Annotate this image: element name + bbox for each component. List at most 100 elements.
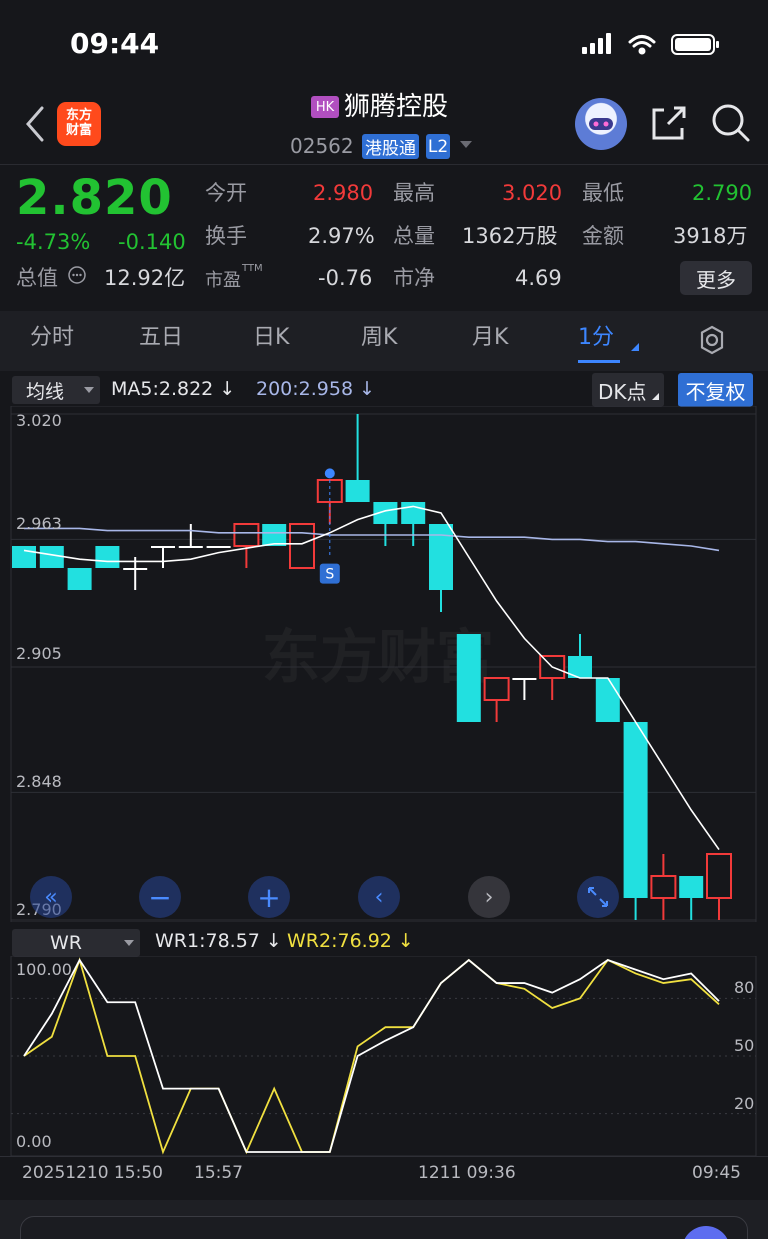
- tab-weekly-k[interactable]: 周K: [361, 327, 397, 349]
- last-price: 2.820: [16, 170, 173, 226]
- low-value: 2.790: [692, 181, 753, 205]
- candle-body: [206, 546, 231, 548]
- pe-value: -0.76: [318, 266, 373, 290]
- chevron-down-icon[interactable]: [460, 141, 472, 148]
- settings-gear-icon[interactable]: [696, 324, 728, 356]
- candlestick-chart[interactable]: S: [0, 406, 768, 922]
- candle-body: [679, 876, 704, 898]
- info-icon[interactable]: [67, 265, 87, 285]
- low-label: 最低: [582, 181, 624, 205]
- amount-value: 3918万: [673, 224, 748, 248]
- assistant-robot-icon[interactable]: [575, 98, 627, 150]
- no-adjust-button[interactable]: 不复权: [678, 373, 753, 407]
- pe-label: 市盈: [205, 270, 241, 291]
- signal-dot: [324, 468, 335, 479]
- tab-1min[interactable]: 1分: [578, 327, 614, 349]
- turnover-value: 2.97%: [308, 224, 375, 248]
- stock-code: 02562: [290, 134, 354, 158]
- zoom-out-far-button[interactable]: «: [30, 876, 72, 918]
- arrow-down-icon: ↓: [353, 378, 376, 400]
- zoom-in-button[interactable]: +: [248, 876, 290, 918]
- wr1-value: WR1:78.57: [155, 930, 260, 952]
- scroll-left-button[interactable]: ‹: [358, 876, 400, 918]
- tab-monthly-k[interactable]: 月K: [472, 327, 508, 349]
- market-badge: HK: [311, 96, 339, 118]
- corner-caret-icon: [651, 392, 659, 400]
- wr-y-tick-label: 50: [734, 1036, 755, 1055]
- sub-indicator-select[interactable]: WR: [12, 929, 140, 957]
- time-axis-line: [0, 1156, 768, 1157]
- volume-value: 1362万股: [462, 224, 558, 248]
- arrow-down-icon: ↓: [391, 930, 414, 952]
- status-icons: [582, 33, 719, 55]
- chevron-down-icon: [84, 387, 94, 393]
- candle-body: [123, 568, 148, 570]
- zoom-out-button[interactable]: −: [139, 876, 181, 918]
- main-indicator-select[interactable]: 均线: [12, 376, 100, 404]
- candle-body: [95, 546, 120, 568]
- wr-y-tick-label: 0.00: [16, 1132, 52, 1151]
- time-label-mid1: 15:57: [194, 1163, 243, 1183]
- tab-intraday[interactable]: 分时: [30, 327, 74, 349]
- dk-point-button[interactable]: DK点: [592, 373, 664, 407]
- candle-body: [595, 678, 620, 722]
- y-tick-label: 2.848: [16, 772, 62, 791]
- active-tab-underline: [578, 360, 620, 363]
- more-button[interactable]: 更多: [680, 261, 752, 295]
- candle-body: [289, 523, 315, 569]
- tab-daily-k[interactable]: 日K: [253, 327, 289, 349]
- time-label-start: 20251210 15:50: [22, 1163, 163, 1183]
- candle-body: [650, 875, 677, 899]
- change-pct: -4.73%: [16, 230, 91, 254]
- stock-name[interactable]: 狮腾控股: [344, 94, 448, 120]
- y-tick-label: 2.963: [16, 514, 62, 533]
- fullscreen-button[interactable]: [577, 876, 619, 918]
- wr2-readout: WR2:76.92 ↓: [287, 932, 414, 951]
- comment-input[interactable]: [20, 1216, 748, 1239]
- wr-y-tick-label: 80: [734, 978, 755, 997]
- pb-label: 市净: [393, 266, 435, 290]
- change-amount: -0.140: [118, 230, 186, 254]
- double-chevron-left-icon: «: [44, 884, 58, 910]
- share-icon[interactable]: [648, 102, 690, 144]
- candle-body: [12, 546, 36, 568]
- candle-body: [512, 678, 537, 680]
- back-icon[interactable]: [22, 104, 48, 144]
- volume-label: 总量: [393, 224, 435, 248]
- candle-body: [623, 722, 648, 898]
- open-value: 2.980: [313, 181, 374, 205]
- y-tick-label: 3.020: [16, 411, 62, 430]
- signal-icon: [582, 33, 611, 54]
- signal-label: S: [325, 567, 334, 583]
- main-indicator-label: 均线: [26, 380, 65, 403]
- arrow-down-icon: ↓: [259, 930, 282, 952]
- candle-body: [706, 853, 732, 899]
- ma200-value: 200:2.958: [256, 378, 354, 400]
- candle-body: [429, 524, 453, 590]
- header-divider: [0, 164, 768, 165]
- status-time: 09:44: [70, 27, 160, 60]
- tab-five-day[interactable]: 五日: [139, 327, 183, 349]
- wr-y-tick-label: 100.00: [16, 960, 72, 979]
- candle-body: [39, 546, 64, 568]
- candle-body: [483, 677, 510, 701]
- app-logo-text: 东方财富: [65, 108, 92, 138]
- connect-tag: 港股通: [362, 134, 419, 159]
- pe-superscript: TTM: [242, 263, 263, 274]
- candle-body: [401, 502, 426, 524]
- search-icon[interactable]: [710, 102, 752, 144]
- plus-icon: +: [257, 880, 281, 914]
- scroll-right-button[interactable]: ›: [468, 876, 510, 918]
- chevron-left-icon: ‹: [374, 884, 384, 910]
- wr-chart[interactable]: [0, 956, 768, 1156]
- expand-icon: [588, 887, 608, 907]
- open-label: 今开: [205, 181, 247, 205]
- amount-label: 金额: [582, 224, 624, 248]
- corner-caret-icon: [631, 343, 639, 351]
- candle-body: [345, 480, 370, 502]
- wr1-readout: WR1:78.57 ↓: [155, 932, 282, 951]
- candle-body: [151, 546, 175, 548]
- dk-point-label: DK点: [598, 379, 647, 404]
- turnover-label: 换手: [205, 224, 247, 248]
- high-label: 最高: [393, 181, 435, 205]
